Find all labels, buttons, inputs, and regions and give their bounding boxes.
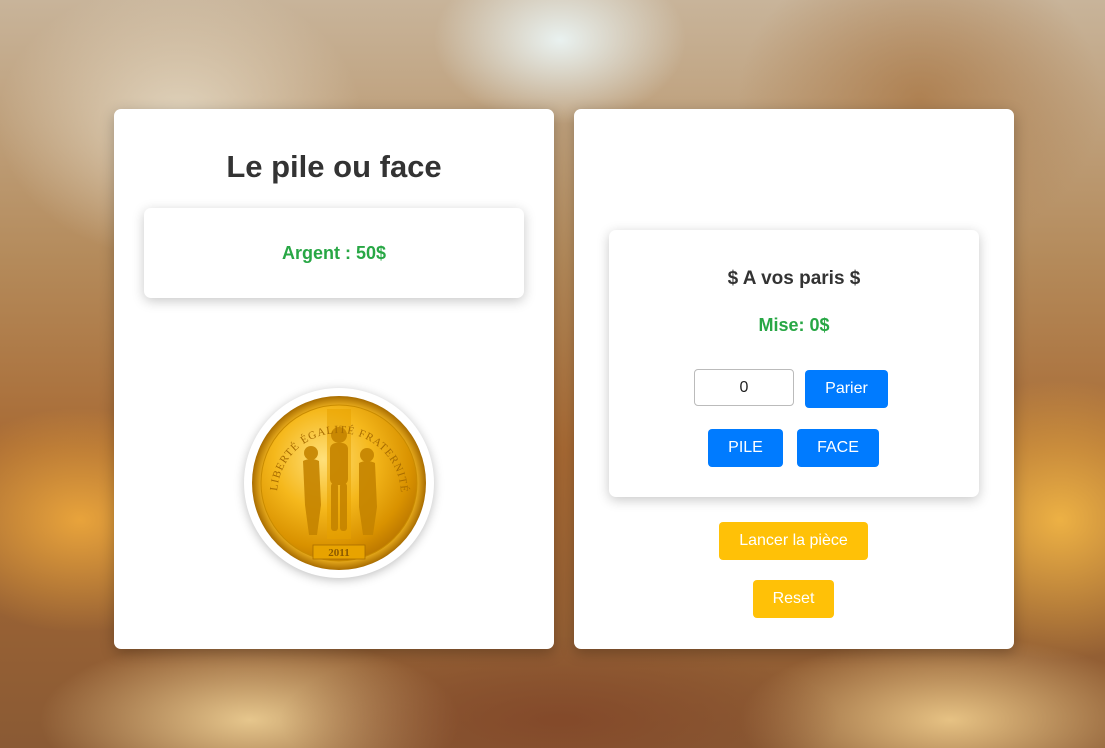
face-button[interactable]: FACE xyxy=(797,429,879,467)
betting-panel: $ A vos paris $ Mise: 0$ Parier PILE FAC… xyxy=(574,109,1014,649)
svg-text:2011: 2011 xyxy=(328,547,349,559)
mise-label: Mise: 0$ xyxy=(758,315,830,335)
page-title: Le pile ou face xyxy=(226,149,442,184)
money-label: Argent : 50$ xyxy=(281,242,387,263)
bet-title: $ A vos paris $ xyxy=(727,268,861,289)
bet-box: $ A vos paris $ Mise: 0$ Parier PILE FAC… xyxy=(609,230,979,497)
money-box: Argent : 50$ xyxy=(144,208,524,298)
bet-amount-input[interactable] xyxy=(694,369,794,406)
pile-button[interactable]: PILE xyxy=(708,429,783,467)
game-panel: Le pile ou face Argent : 50$ LIBERTÉ ÉGA… xyxy=(114,109,554,649)
coin-image: LIBERTÉ ÉGALITÉ FRATERNITÉ 2011 xyxy=(244,388,434,578)
parier-button[interactable]: Parier xyxy=(805,370,888,408)
reset-button[interactable]: Reset xyxy=(753,580,834,618)
coin-icon: LIBERTÉ ÉGALITÉ FRATERNITÉ 2011 xyxy=(252,396,426,570)
flip-coin-button[interactable]: Lancer la pièce xyxy=(719,522,868,560)
